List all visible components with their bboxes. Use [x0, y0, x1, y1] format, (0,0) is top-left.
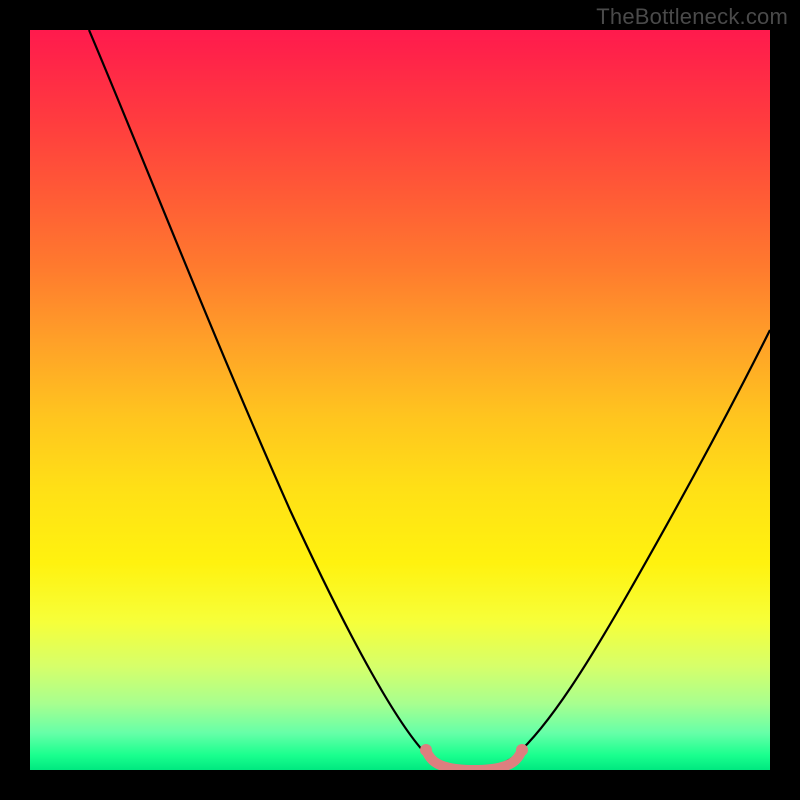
plot-area — [30, 30, 770, 770]
watermark-text: TheBottleneck.com — [596, 4, 788, 30]
optimal-flat-band — [426, 750, 522, 770]
chart-frame: TheBottleneck.com — [0, 0, 800, 800]
optimal-end-marker-right-icon — [516, 744, 528, 756]
bottleneck-curve — [89, 30, 770, 768]
optimal-end-marker-left-icon — [420, 744, 432, 756]
curve-layer — [30, 30, 770, 770]
